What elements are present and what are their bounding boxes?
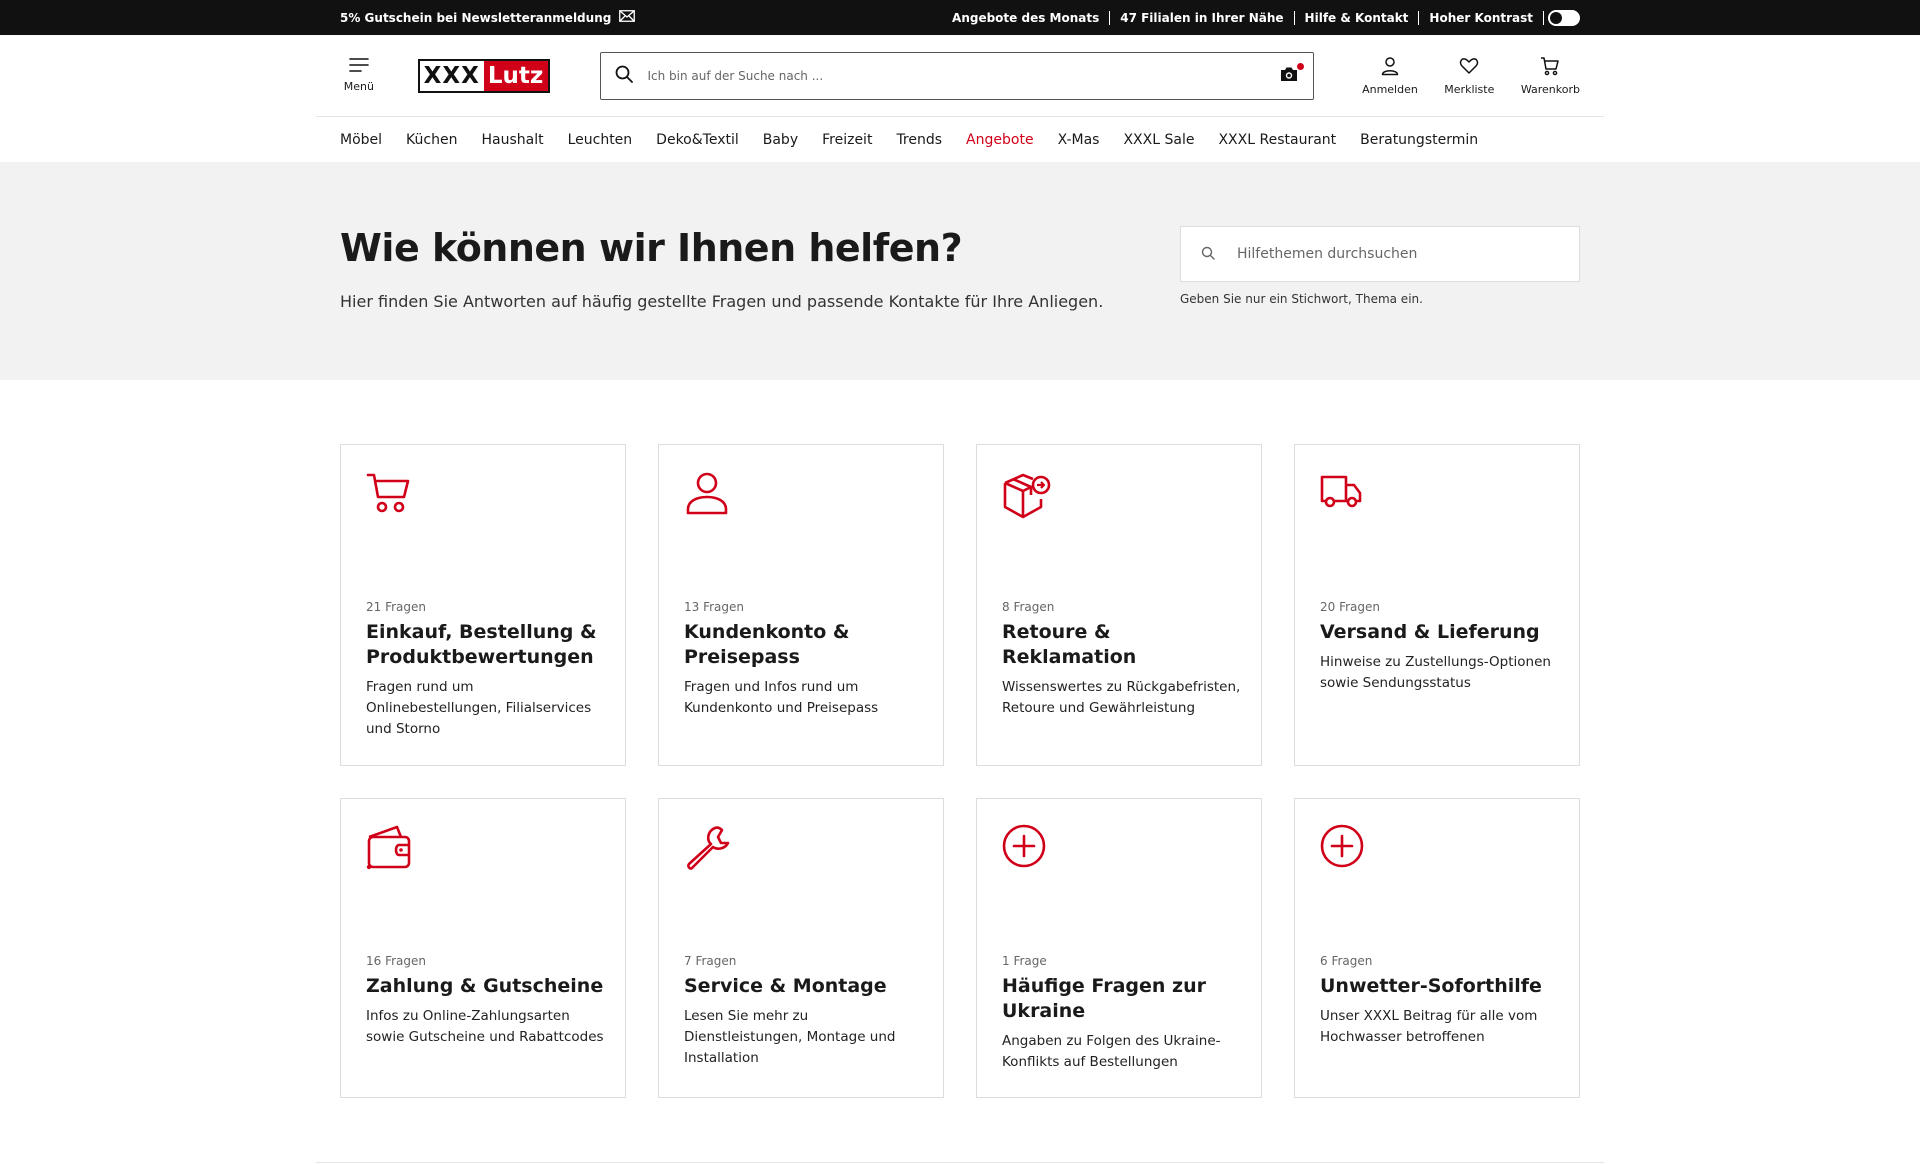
nav-item-haushalt[interactable]: Haushalt	[481, 132, 543, 148]
camera-icon	[1281, 67, 1298, 81]
topic-description: Angaben zu Folgen des Ukraine-Konflikts …	[1002, 1033, 1221, 1070]
topic-count: 16 Fragen	[366, 954, 427, 968]
newsletter-promo-label: 5% Gutschein bei Newsletteranmeldung	[340, 10, 612, 25]
topic-title: Unwetter-Soforthilfe	[1320, 975, 1542, 997]
topic-card-ukraine[interactable]: 1 Frage Häufige Fragen zur Ukraine Angab…	[976, 798, 1262, 1098]
cart-button[interactable]: Warenkorb	[1521, 56, 1580, 96]
topic-count: 1 Frage	[1002, 954, 1047, 968]
topic-title: Häufige Fragen zur Ukraine	[1002, 975, 1206, 1022]
login-label: Anmelden	[1362, 82, 1418, 96]
search-icon	[615, 65, 634, 87]
page-subtitle: Hier finden Sie Antworten auf häufig ges…	[340, 292, 1104, 311]
truck-icon	[1319, 469, 1555, 519]
help-search-input[interactable]: Hilfethemen durchsuchen	[1180, 226, 1580, 282]
hamburger-icon	[349, 58, 369, 75]
nav-item-trends[interactable]: Trends	[896, 132, 942, 148]
nav-item-angebote[interactable]: Angebote	[966, 132, 1034, 148]
wishlist-label: Merkliste	[1444, 82, 1495, 96]
topic-title: Retoure & Reklamation	[1002, 621, 1137, 668]
nav-item-deko-textil[interactable]: Deko&Textil	[656, 132, 739, 148]
plus-circle-icon	[1001, 823, 1237, 873]
topic-card-kundenkonto[interactable]: 13 Fragen Kundenkonto & Preisepass Frage…	[658, 444, 944, 766]
cart-label: Warenkorb	[1520, 82, 1580, 96]
top-link-stores[interactable]: 47 Filialen in Ihrer Nähe	[1110, 10, 1295, 25]
heart-icon	[1459, 56, 1479, 79]
topic-card-versand[interactable]: 20 Fragen Versand & Lieferung Hinweise z…	[1294, 444, 1580, 766]
logo-right: Lutz	[483, 60, 549, 91]
topic-count: 8 Fragen	[1002, 600, 1055, 614]
topic-count: 7 Fragen	[684, 954, 737, 968]
topic-count: 20 Fragen	[1320, 600, 1381, 614]
camera-badge-dot	[1297, 62, 1305, 70]
search-input[interactable]: Ich bin auf der Suche nach ...	[600, 51, 1315, 100]
nav-item-moebel[interactable]: Möbel	[340, 132, 382, 148]
logo[interactable]: XXX Lutz	[417, 58, 551, 93]
menu-label: Menü	[343, 80, 374, 93]
help-hero: Wie können wir Ihnen helfen? Hier finden…	[0, 162, 1920, 380]
return-box-icon	[1001, 469, 1237, 519]
login-button[interactable]: Anmelden	[1362, 56, 1418, 96]
topic-description: Infos zu Online-Zahlungsarten sowie Guts…	[366, 1008, 604, 1045]
help-search-hint: Geben Sie nur ein Stichwort, Thema ein.	[1180, 292, 1423, 306]
contrast-toggle-knob	[1550, 11, 1562, 24]
search-placeholder: Ich bin auf der Suche nach ...	[647, 68, 824, 83]
nav-item-leuchten[interactable]: Leuchten	[568, 132, 633, 148]
topic-description: Fragen und Infos rund um Kundenkonto und…	[684, 679, 879, 716]
cart-icon	[1540, 56, 1560, 79]
top-link-offers[interactable]: Angebote des Monats	[942, 10, 1111, 25]
topic-grid: 21 Fragen Einkauf, Bestellung & Produktb…	[0, 380, 1920, 1098]
wrench-icon	[683, 823, 919, 873]
logo-left: XXX	[419, 60, 484, 91]
main-nav: Möbel Küchen Haushalt Leuchten Deko&Text…	[0, 117, 1920, 162]
nav-item-x-mas[interactable]: X-Mas	[1058, 132, 1100, 148]
header: Menü XXX Lutz Ich bin auf der Suche nach…	[0, 35, 1920, 116]
menu-button[interactable]: Menü	[340, 58, 378, 93]
nav-item-baby[interactable]: Baby	[763, 132, 798, 148]
topic-title: Zahlung & Gutscheine	[366, 975, 604, 997]
topic-description: Fragen rund um Onlinebestellungen, Filia…	[366, 679, 592, 737]
cart-icon	[365, 469, 601, 519]
user-icon	[1380, 56, 1400, 79]
topic-count: 21 Fragen	[366, 600, 427, 614]
topic-title: Kundenkonto & Preisepass	[684, 621, 850, 668]
topic-count: 6 Fragen	[1320, 954, 1373, 968]
mail-icon	[619, 10, 636, 25]
help-search-placeholder: Hilfethemen durchsuchen	[1237, 246, 1418, 262]
topic-description: Hinweise zu Zustellungs-Optionen sowie S…	[1320, 654, 1551, 691]
topic-title: Einkauf, Bestellung & Produktbewertungen	[366, 621, 597, 668]
top-link-help[interactable]: Hilfe & Kontakt	[1295, 10, 1420, 25]
footer-divider	[316, 1162, 1604, 1163]
topic-title: Versand & Lieferung	[1320, 621, 1540, 643]
topic-description: Unser XXXL Beitrag für alle vom Hochwass…	[1320, 1008, 1538, 1045]
contrast-toggle[interactable]	[1548, 9, 1580, 26]
search-icon	[1201, 245, 1215, 264]
topic-card-unwetter[interactable]: 6 Fragen Unwetter-Soforthilfe Unser XXXL…	[1294, 798, 1580, 1098]
plus-circle-icon	[1319, 823, 1555, 873]
topic-card-service[interactable]: 7 Fragen Service & Montage Lesen Sie meh…	[658, 798, 944, 1098]
nav-item-xxxl-sale[interactable]: XXXL Sale	[1123, 132, 1194, 148]
wallet-icon	[365, 823, 601, 873]
user-icon	[683, 469, 919, 519]
topic-card-zahlung[interactable]: 16 Fragen Zahlung & Gutscheine Infos zu …	[340, 798, 626, 1098]
topic-card-retoure[interactable]: 8 Fragen Retoure & Reklamation Wissenswe…	[976, 444, 1262, 766]
nav-item-freizeit[interactable]: Freizeit	[822, 132, 872, 148]
topic-title: Service & Montage	[684, 975, 887, 997]
page-title: Wie können wir Ihnen helfen?	[340, 226, 963, 270]
nav-item-xxxl-restaurant[interactable]: XXXL Restaurant	[1218, 132, 1336, 148]
topic-card-einkauf[interactable]: 21 Fragen Einkauf, Bestellung & Produktb…	[340, 444, 626, 766]
topic-description: Wissenswertes zu Rückgabefristen, Retour…	[1002, 679, 1241, 716]
top-bar: 5% Gutschein bei Newsletteranmeldung Ang…	[0, 0, 1920, 35]
top-link-contrast: Hoher Kontrast	[1419, 10, 1544, 25]
nav-item-beratungstermin[interactable]: Beratungstermin	[1360, 132, 1478, 148]
topic-count: 13 Fragen	[684, 600, 745, 614]
newsletter-promo[interactable]: 5% Gutschein bei Newsletteranmeldung	[340, 10, 636, 25]
camera-search-button[interactable]	[1279, 62, 1305, 86]
wishlist-button[interactable]: Merkliste	[1442, 56, 1497, 96]
topic-description: Lesen Sie mehr zu Dienstleistungen, Mont…	[684, 1008, 896, 1066]
nav-item-kuechen[interactable]: Küchen	[406, 132, 457, 148]
